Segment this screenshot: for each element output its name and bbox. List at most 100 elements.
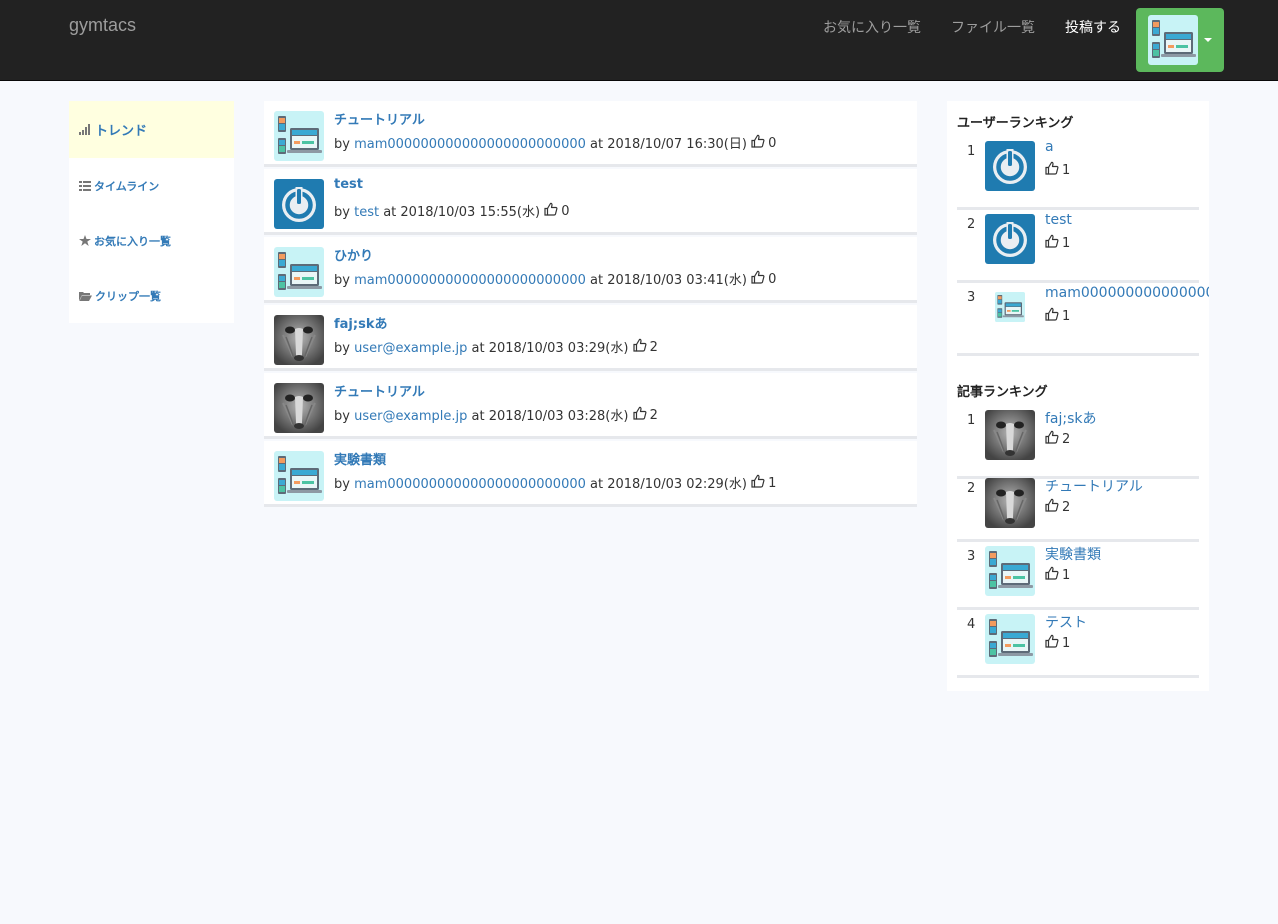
user-ranking-heading: ユーザーランキング xyxy=(957,116,1074,131)
like-count: 0 xyxy=(768,271,777,287)
rank-number: 1 xyxy=(967,413,976,428)
article-ranking-title-link[interactable]: faj;skあ xyxy=(1045,408,1097,428)
post-author-link[interactable]: user@example.jp xyxy=(354,341,467,356)
article-ranking-heading: 記事ランキング xyxy=(957,385,1048,400)
post-title-link[interactable]: ひかり xyxy=(334,245,373,264)
post-title-link[interactable]: チュートリアル xyxy=(334,109,425,128)
like-count: 1 xyxy=(768,475,777,491)
thumbs-up-icon xyxy=(632,338,647,356)
thumbs-up-icon xyxy=(1045,234,1059,252)
post-item: test by test at 2018/10/03 15:55(水) 0 xyxy=(264,169,917,235)
article-avatar-mandrill-photo[interactable] xyxy=(985,478,1035,528)
rank-number: 2 xyxy=(967,481,976,496)
sidebar-item-timeline[interactable]: タイムライン xyxy=(69,158,234,213)
like-count: 2 xyxy=(1062,431,1071,447)
rank-number: 3 xyxy=(967,290,976,305)
caret-down-icon xyxy=(1204,38,1212,42)
article-ranking-title-link[interactable]: 実験書類 xyxy=(1045,544,1101,564)
post-author-link[interactable]: mam000000000000000000000000 xyxy=(354,477,586,492)
post-author-link[interactable]: user@example.jp xyxy=(354,409,467,424)
post-item: チュートリアル by user@example.jp at 2018/10/03… xyxy=(264,373,917,439)
post-title-link[interactable]: faj;skあ xyxy=(334,313,387,332)
article-avatar-mandrill-photo[interactable] xyxy=(985,410,1035,460)
post-title-link[interactable]: test xyxy=(334,177,363,192)
post-avatar-mandrill-photo[interactable] xyxy=(274,383,324,433)
article-avatar-device-icon[interactable] xyxy=(985,546,1035,596)
post-item: faj;skあ by user@example.jp at 2018/10/03… xyxy=(264,305,917,371)
signal-icon xyxy=(79,124,90,135)
by-label: by xyxy=(334,409,350,424)
post-avatar-mandrill-photo[interactable] xyxy=(274,315,324,365)
post-date: at 2018/10/03 03:29(水) xyxy=(471,341,629,356)
thumbs-up-icon xyxy=(1045,498,1059,516)
thumbs-up-icon xyxy=(1045,307,1059,325)
by-label: by xyxy=(334,341,350,356)
post-author-link[interactable]: mam000000000000000000000000 xyxy=(354,273,586,288)
like-count: 0 xyxy=(768,135,777,151)
user-ranking-name-link[interactable]: a xyxy=(1045,139,1054,155)
user-ranking-name-link[interactable]: mam000000000000000000000000 xyxy=(1045,285,1209,301)
nav-favorites-link[interactable]: お気に入り一覧 xyxy=(823,17,921,37)
article-ranking-title-link[interactable]: チュートリアル xyxy=(1045,476,1143,496)
sidebar-nav: トレンド タイムライン お気に入り一覧 クリップ一覧 xyxy=(69,101,234,323)
post-date: at 2018/10/03 03:41(水) xyxy=(590,273,747,288)
rank-number: 3 xyxy=(967,549,976,564)
post-title-link[interactable]: 実験書類 xyxy=(334,449,386,468)
post-avatar-device-icon[interactable] xyxy=(274,247,324,297)
nav-post-link[interactable]: 投稿する xyxy=(1065,17,1121,37)
post-avatar-power-icon[interactable] xyxy=(274,179,324,229)
post-avatar-device-icon[interactable] xyxy=(274,451,324,501)
article-ranking-row: 4 テスト 1 xyxy=(957,610,1199,678)
user-ranking-name-link[interactable]: test xyxy=(1045,212,1072,228)
by-label: by xyxy=(334,477,350,492)
user-ranking-row: 3 mam000000000000000000000000 1 xyxy=(957,283,1209,356)
post-date: at 2018/10/03 03:28(水) xyxy=(471,409,629,424)
thumbs-up-icon xyxy=(632,406,647,424)
post-date: at 2018/10/03 02:29(水) xyxy=(590,477,747,492)
thumbs-up-icon xyxy=(1045,566,1059,584)
thumbs-up-icon xyxy=(751,474,765,492)
post-avatar-device-icon[interactable] xyxy=(274,111,324,161)
post-author-link[interactable]: mam000000000000000000000000 xyxy=(354,137,586,152)
post-author-link[interactable]: test xyxy=(354,205,379,220)
ranking-panel: ユーザーランキング 1 a 1 2 test 1 3 mam0000000000… xyxy=(947,101,1209,691)
nav-files-link[interactable]: ファイル一覧 xyxy=(951,17,1035,37)
article-ranking-row: 2 チュートリアル 2 xyxy=(957,474,1199,542)
rank-number: 4 xyxy=(967,617,976,632)
star-icon xyxy=(79,235,91,246)
list-icon xyxy=(79,180,91,191)
by-label: by xyxy=(334,273,350,288)
user-avatar-device-icon[interactable] xyxy=(985,292,1035,322)
user-menu-button[interactable] xyxy=(1136,8,1224,72)
by-label: by xyxy=(334,137,350,152)
like-count: 1 xyxy=(1062,635,1071,651)
sidebar-item-favorites[interactable]: お気に入り一覧 xyxy=(69,213,234,268)
folder-open-icon xyxy=(79,291,92,301)
article-ranking-title-link[interactable]: テスト xyxy=(1045,612,1087,632)
post-title-link[interactable]: チュートリアル xyxy=(334,381,425,400)
like-count: 1 xyxy=(1062,235,1071,251)
user-avatar-power-icon[interactable] xyxy=(985,141,1035,191)
like-count: 2 xyxy=(649,339,658,355)
article-avatar-device-icon[interactable] xyxy=(985,614,1035,664)
sidebar-item-label: お気に入り一覧 xyxy=(94,234,171,248)
sidebar-item-label: クリップ一覧 xyxy=(95,289,161,303)
thumbs-up-icon xyxy=(751,134,765,152)
like-count: 2 xyxy=(1062,499,1071,515)
by-label: by xyxy=(334,205,350,220)
sidebar-item-clips[interactable]: クリップ一覧 xyxy=(69,268,234,323)
thumbs-up-icon xyxy=(1045,430,1059,448)
like-count: 1 xyxy=(1062,162,1071,178)
like-count: 0 xyxy=(561,203,570,219)
thumbs-up-icon xyxy=(751,270,765,288)
like-count: 1 xyxy=(1062,308,1071,324)
thumbs-up-icon xyxy=(1045,634,1059,652)
sidebar-item-trend[interactable]: トレンド xyxy=(69,101,234,158)
thumbs-up-icon xyxy=(544,202,558,220)
article-ranking-row: 3 実験書類 1 xyxy=(957,542,1199,610)
sidebar-item-label: トレンド xyxy=(95,124,148,139)
user-avatar-power-icon[interactable] xyxy=(985,214,1035,264)
post-item: チュートリアル by mam000000000000000000000000 a… xyxy=(264,101,917,167)
top-navbar: gymtacs お気に入り一覧 ファイル一覧 投稿する xyxy=(0,0,1278,81)
brand-link[interactable]: gymtacs xyxy=(69,15,136,36)
